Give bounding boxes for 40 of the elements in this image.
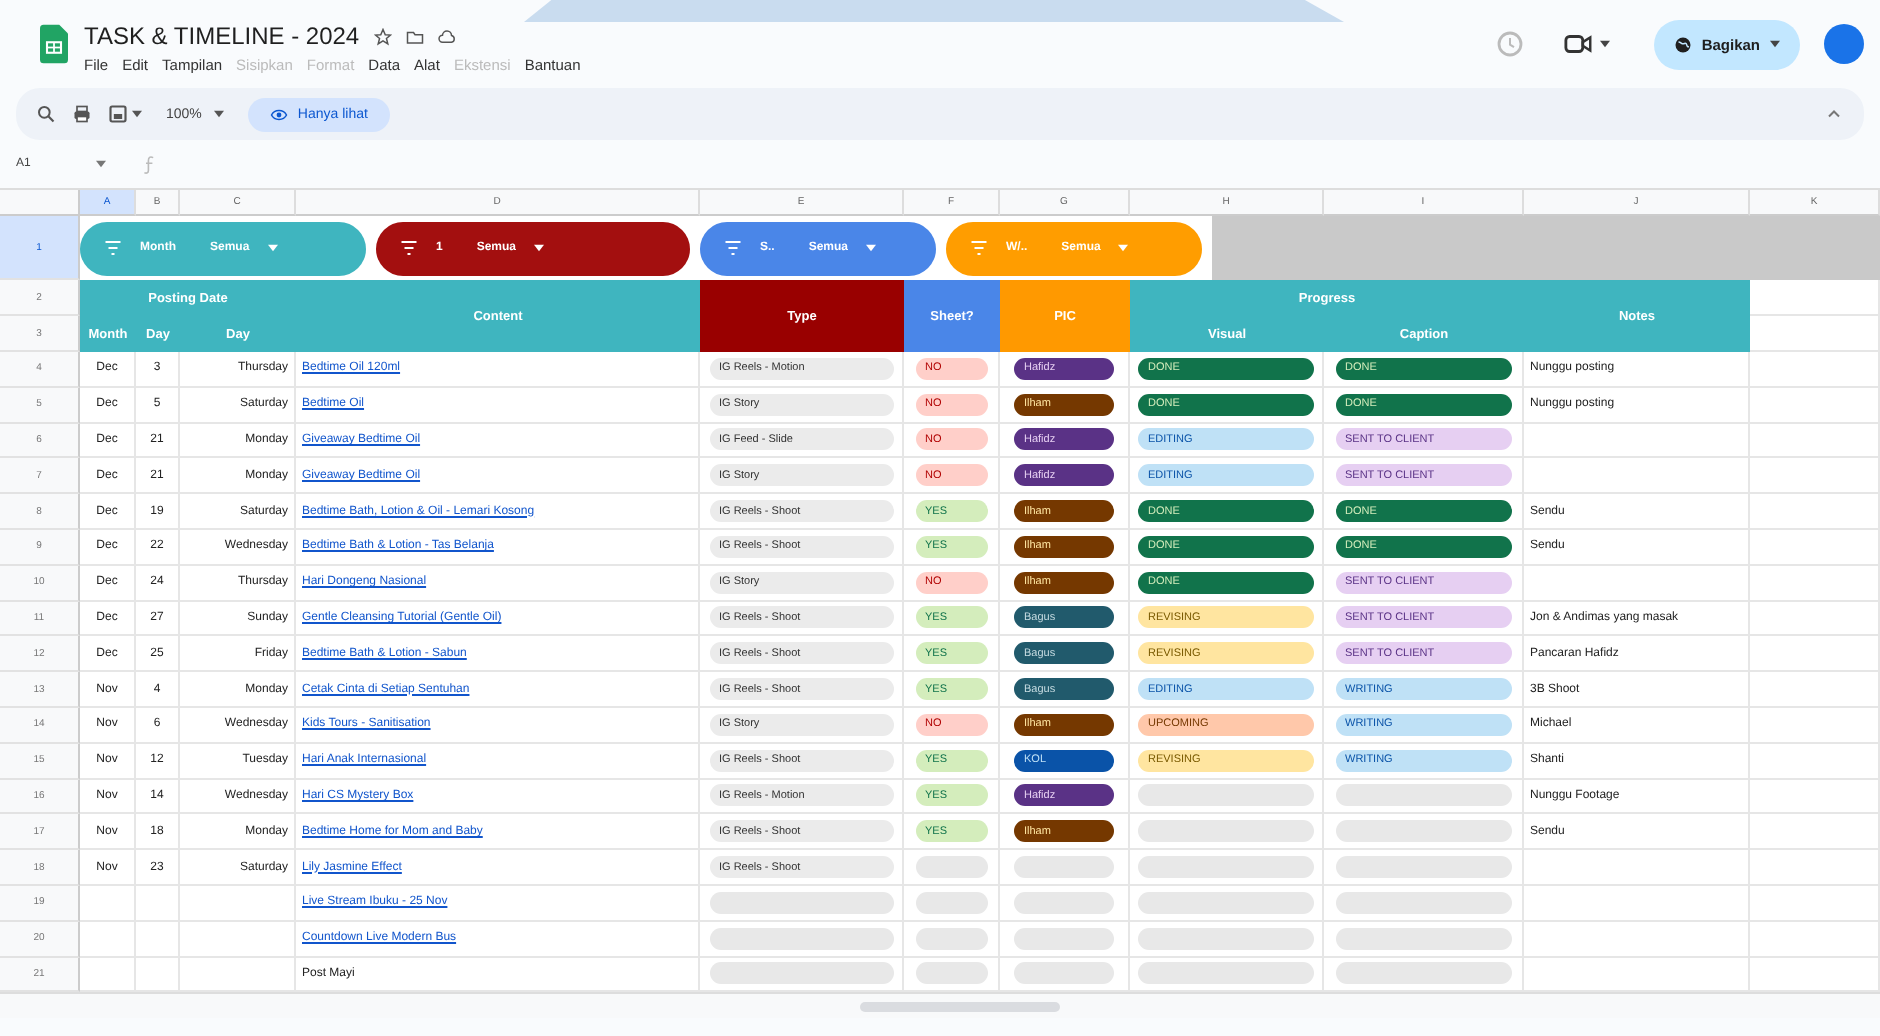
empty-cell [1750,921,1880,958]
empty-cell [1750,280,1880,316]
empty-cell [1750,458,1880,495]
filter-icon [724,240,742,256]
caret-icon [1770,40,1780,48]
history-icon[interactable] [1495,30,1524,58]
document-title[interactable]: TASK & TIMELINE - 2024 [84,22,360,50]
print-icon[interactable] [72,104,92,124]
format-button[interactable] [108,104,142,124]
sheets-logo-icon[interactable] [40,24,68,64]
cloud-icon[interactable] [437,27,456,45]
search-icon[interactable] [36,104,56,124]
scrollbar-thumb[interactable] [860,1002,1060,1013]
caret-icon [1118,244,1129,252]
empty-cell [1750,423,1880,459]
empty-cell [1750,316,1880,352]
caret-icon [1599,40,1610,48]
filter-icon [970,240,988,256]
filter-icon [400,240,418,256]
empty-cell [1750,565,1880,602]
filter-icon [104,240,122,256]
caret-icon [534,244,545,252]
star-icon[interactable] [373,27,392,45]
folder-icon[interactable] [405,27,424,45]
empty-cell [1750,850,1880,886]
caret-icon [132,110,142,118]
empty-cell [1750,885,1880,922]
caret-icon[interactable] [96,160,106,168]
caret-icon [267,244,278,252]
caret-icon [866,244,877,252]
eye-icon [269,105,288,123]
video-camera-icon [1563,32,1594,56]
caret-icon [213,110,224,118]
format-icon [108,104,128,124]
avatar[interactable] [1824,24,1864,64]
select-all-corner[interactable] [0,190,80,216]
meet-button[interactable] [1563,32,1610,56]
globe-icon [1673,35,1692,53]
empty-cell [136,921,180,958]
function-icon [142,154,158,174]
